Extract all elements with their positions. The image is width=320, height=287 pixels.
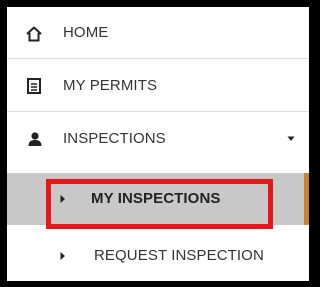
active-indicator: [304, 173, 309, 225]
user-icon: [27, 131, 43, 147]
nav-item-my-permits[interactable]: MY PERMITS: [7, 60, 309, 112]
sub-item-label: REQUEST INSPECTION: [94, 247, 264, 264]
sub-item-request-inspection[interactable]: REQUEST INSPECTION: [7, 232, 309, 280]
sub-item-my-inspections[interactable]: MY INSPECTIONS: [7, 173, 309, 225]
nav-item-inspections[interactable]: INSPECTIONS: [7, 113, 309, 165]
nav-item-label: HOME: [63, 24, 109, 41]
caret-right-icon: [60, 194, 66, 204]
caret-right-icon: [60, 251, 66, 261]
home-icon: [25, 25, 43, 43]
sub-item-label: MY INSPECTIONS: [91, 190, 221, 207]
side-navigation: HOME MY PERMITS INSPECTIONS MY INSPECTIO…: [7, 7, 309, 281]
nav-item-home[interactable]: HOME: [7, 7, 309, 59]
nav-item-label: MY PERMITS: [63, 77, 158, 94]
document-icon: [26, 77, 42, 95]
nav-item-label: INSPECTIONS: [63, 130, 166, 147]
caret-down-icon[interactable]: [287, 136, 295, 142]
